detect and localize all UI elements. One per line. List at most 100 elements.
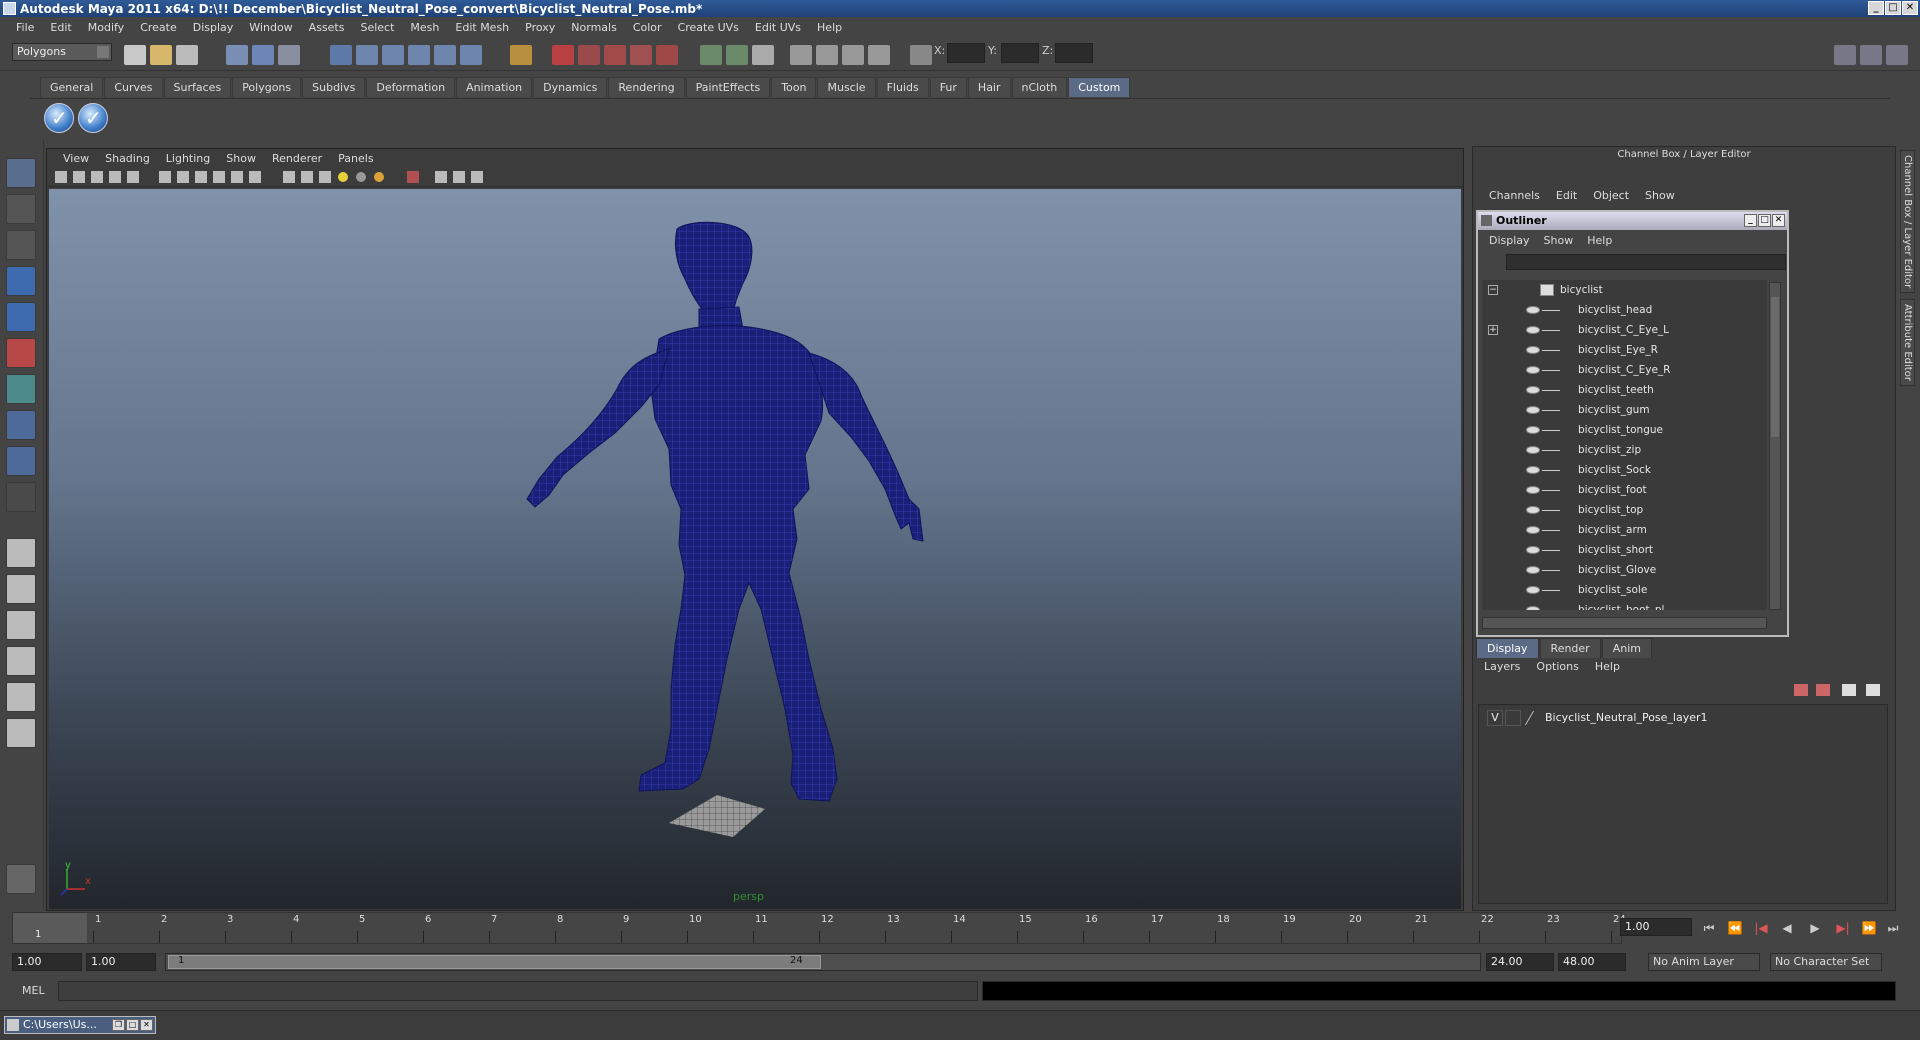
shelf-tab-fur[interactable]: Fur [929,77,967,97]
save-scene-icon[interactable] [176,45,198,65]
shelf-tab-polygons[interactable]: Polygons [232,77,302,97]
menu-modify[interactable]: Modify [80,21,132,34]
menu-create-uvs[interactable]: Create UVs [670,21,747,34]
render-view-icon[interactable] [868,45,890,65]
playback-start-field[interactable]: 1.00 [86,953,156,971]
show-tool-settings-icon[interactable] [1860,45,1882,65]
playback-end-field[interactable]: 24.00 [1486,953,1554,971]
menu-display[interactable]: Display [185,21,242,34]
new-layer-selected-icon[interactable] [1866,684,1880,696]
x-field[interactable] [947,43,985,63]
layout-icon[interactable] [790,45,812,65]
layer-playback-toggle[interactable] [1505,710,1521,726]
hypershade-icon[interactable] [656,45,678,65]
hypershade-layout-icon[interactable] [6,682,36,712]
minimize-button[interactable]: _ [1868,1,1884,15]
shelf-tab-curves[interactable]: Curves [104,77,163,97]
select-component-icon[interactable] [278,45,300,65]
side-tab-attribute-editor[interactable]: Attribute Editor [1900,299,1915,387]
open-scene-icon[interactable] [150,45,172,65]
move-layer-down-icon[interactable] [1816,684,1830,696]
menu-select[interactable]: Select [352,21,402,34]
end-time-field[interactable]: 48.00 [1558,953,1626,971]
shelf-tab-general[interactable]: General [40,77,104,97]
outliner-row[interactable]: bicyclist_sole [1482,580,1767,600]
outliner-filter-field[interactable] [1506,254,1786,270]
outliner-row[interactable]: bicyclist_Sock [1482,460,1767,480]
move-layer-up-icon[interactable] [1794,684,1808,696]
outliner-menu-display[interactable]: Display [1482,234,1537,247]
persp-outliner-layout-icon[interactable] [6,610,36,640]
outliner-minimize-button[interactable]: _ [1744,214,1757,227]
absolute-transform-icon[interactable] [910,45,932,65]
input-line-icon[interactable] [700,45,722,65]
menu-edit[interactable]: Edit [42,21,79,34]
viewport-menu-lighting[interactable]: Lighting [158,152,218,165]
snap-grid-icon[interactable] [356,45,378,65]
select-object-icon[interactable] [252,45,274,65]
menu-create[interactable]: Create [132,21,185,34]
new-scene-icon[interactable] [124,45,146,65]
shelf-tab-ncloth[interactable]: nCloth [1011,77,1068,97]
outliner-row[interactable]: bicyclist_Glove [1482,560,1767,580]
outliner-row[interactable]: bicyclist_arm [1482,520,1767,540]
four-view-layout-icon[interactable] [6,574,36,604]
rotate-tool-icon[interactable] [6,302,36,332]
layer-color-icon[interactable] [1524,711,1546,725]
restore-button[interactable]: ❐ [112,1019,125,1031]
outliner-row[interactable]: bicyclist_short [1482,540,1767,560]
perspective-viewport[interactable]: y x persp [49,189,1461,909]
select-hierarchy-icon[interactable] [226,45,248,65]
viewport-menu-view[interactable]: View [55,152,97,165]
shelf-tab-dynamics[interactable]: Dynamics [533,77,608,97]
shelf-tab-toon[interactable]: Toon [771,77,817,97]
menu-help[interactable]: Help [809,21,850,34]
check-icon[interactable] [44,103,74,133]
layer-visibility-toggle[interactable]: V [1487,710,1503,726]
current-frame-field[interactable]: 1.00 [1620,918,1692,936]
expand-icon[interactable]: + [1488,325,1498,335]
step-forward-frame-icon[interactable]: ⏩ [1860,920,1878,936]
edit-menu[interactable]: Edit [1548,189,1585,202]
soft-mod-icon[interactable] [6,410,36,440]
outliner-row[interactable]: bicyclist_zip [1482,440,1767,460]
ipr-render-icon[interactable] [604,45,626,65]
current-frame-marker[interactable]: 1 [13,913,87,943]
shelf-tab-animation[interactable]: Animation [456,77,533,97]
outliner-close-button[interactable]: ✕ [1772,214,1785,227]
camera-tool-icon[interactable] [842,45,864,65]
lasso-tool-icon[interactable] [6,194,36,224]
outliner-horizontal-scrollbar[interactable] [1482,617,1767,629]
script-icon[interactable] [6,864,36,894]
rigid-body-icon[interactable] [816,45,838,65]
show-channel-box-icon[interactable] [1886,45,1908,65]
outliner-row[interactable]: bicyclist_head [1482,300,1767,320]
snap-point-icon[interactable] [408,45,430,65]
menu-set-dropdown[interactable]: Polygons [12,43,112,61]
menu-assets[interactable]: Assets [301,21,353,34]
maya-app-icon[interactable] [3,2,16,15]
menu-window[interactable]: Window [241,21,300,34]
shelf-tab-custom[interactable]: Custom [1068,77,1131,97]
y-field[interactable] [1001,43,1039,63]
menu-normals[interactable]: Normals [563,21,625,34]
play-forwards-icon[interactable]: ▶ [1806,920,1824,936]
time-slider[interactable]: 1 12345678910111213141516171819202122232… [12,912,1626,944]
outliner-row[interactable]: + bicyclist_C_Eye_L [1482,320,1767,340]
shelf-tab-deformation[interactable]: Deformation [366,77,456,97]
graph-layout-icon[interactable] [6,718,36,748]
layer-tab-anim[interactable]: Anim [1601,638,1652,658]
outliner-row[interactable]: bicyclist_C_Eye_R [1482,360,1767,380]
outliner-row[interactable]: bicyclist_top [1482,500,1767,520]
close-button[interactable]: ✕ [140,1019,153,1031]
step-forward-key-icon[interactable]: ▶| [1834,920,1852,936]
viewport-menu-shading[interactable]: Shading [97,152,158,165]
render-frame-icon[interactable] [578,45,600,65]
close-button[interactable]: ✕ [1902,1,1918,15]
minimized-window[interactable]: C:\Users\Us... ❐ □ ✕ [4,1016,156,1034]
play-backwards-icon[interactable]: ◀ [1778,920,1796,936]
start-time-field[interactable]: 1.00 [12,953,82,971]
outliner-row[interactable]: bicyclist_tongue [1482,420,1767,440]
viewport-menu-panels[interactable]: Panels [330,152,381,165]
step-back-frame-icon[interactable]: ⏪ [1726,920,1744,936]
